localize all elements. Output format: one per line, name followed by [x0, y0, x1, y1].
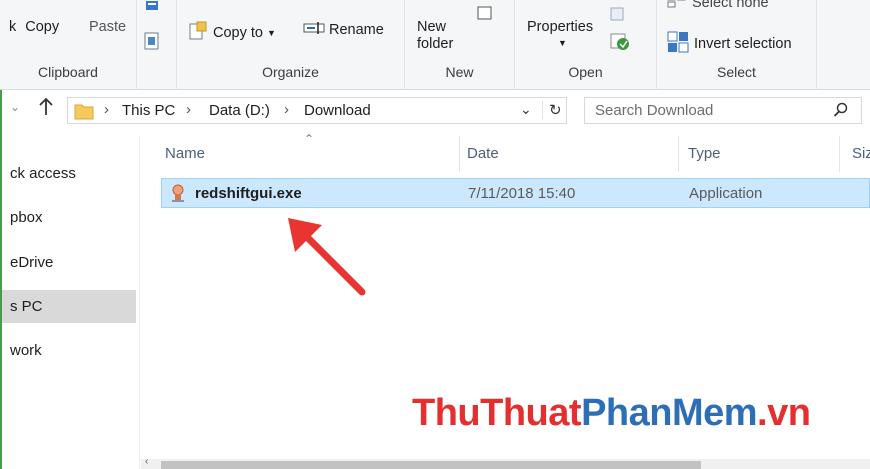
clipboard-group-label: Clipboard: [38, 64, 98, 80]
open-group-label: Open: [568, 64, 603, 80]
paste-label: Paste: [89, 19, 127, 35]
column-header-date[interactable]: Date: [467, 145, 499, 162]
organize-group-label: Organize: [262, 64, 319, 80]
file-name[interactable]: redshiftgui.exe: [195, 185, 302, 202]
invert-selection-label: Invert selection: [694, 36, 792, 52]
nav-item-onedrive[interactable]: eDrive: [0, 246, 136, 279]
open-group: Properties ▼ Open: [515, 0, 657, 90]
copy-prefix-label: k: [9, 19, 17, 35]
breadcrumb-data-d[interactable]: Data (D:): [209, 102, 270, 119]
sort-ascending-icon: ⌃: [304, 132, 315, 146]
breadcrumb-separator-icon: ›: [104, 101, 109, 118]
column-divider[interactable]: [678, 136, 679, 172]
properties-label: Properties: [527, 19, 594, 35]
copy-button[interactable]: k Copy: [9, 19, 59, 35]
folder-icon: [74, 102, 94, 125]
watermark-part-2: PhanMem: [581, 392, 758, 434]
breadcrumb-separator-icon: ›: [186, 101, 191, 118]
refresh-icon[interactable]: ↻: [542, 101, 562, 119]
select-group: Select none Invert selection Select: [657, 0, 817, 90]
address-row: ⌄ › This PC › Data (D:) › Download ⌄ ↻ S…: [0, 91, 870, 129]
column-header-name[interactable]: Name: [165, 145, 205, 162]
watermark: ThuThuatPhanMem.vn: [412, 392, 811, 435]
column-header-type[interactable]: Type: [688, 145, 721, 162]
select-none-icon: [667, 0, 687, 12]
paste-button[interactable]: Paste: [89, 19, 126, 35]
rename-label: Rename: [329, 22, 384, 38]
new-group: New folder New: [405, 0, 515, 90]
invert-selection-button[interactable]: Invert selection: [667, 31, 792, 57]
nav-item-dropbox[interactable]: pbox: [0, 201, 136, 234]
file-type: Application: [689, 185, 763, 202]
breadcrumb-this-pc[interactable]: This PC: [122, 102, 175, 119]
copy-to-button[interactable]: Copy to ▼: [189, 21, 276, 45]
select-group-label: Select: [717, 64, 756, 80]
chevron-down-icon: ▼: [266, 28, 276, 38]
invert-selection-icon: [667, 31, 689, 57]
new-group-label: New: [445, 64, 474, 80]
new-item-icon[interactable]: [477, 6, 493, 25]
organize-group: Copy to ▼ Rename Organize: [177, 0, 405, 90]
properties-icon: [608, 6, 630, 59]
properties-button[interactable]: Properties: [527, 19, 593, 35]
select-none-label: Select none: [692, 0, 769, 11]
breadcrumb-separator-icon: ›: [284, 101, 289, 118]
annotation-arrow: [288, 218, 366, 296]
column-divider[interactable]: [839, 136, 840, 172]
new-folder-label-line2: folder: [417, 36, 454, 52]
clipboard-group: k Copy Paste Clipboard: [0, 0, 137, 90]
copy-to-icon: [189, 21, 209, 45]
properties-dropdown-icon[interactable]: ▼: [558, 38, 567, 48]
scrollbar-thumb[interactable]: [161, 461, 701, 469]
search-input[interactable]: Search Download: [595, 102, 713, 119]
exe-file-icon: [169, 183, 187, 208]
column-header-size[interactable]: Siz: [852, 145, 870, 162]
search-icon[interactable]: [833, 102, 849, 123]
search-box[interactable]: Search Download: [584, 97, 862, 124]
address-bar[interactable]: › This PC › Data (D:) › Download ⌄ ↻: [67, 97, 567, 124]
up-arrow-icon[interactable]: [37, 97, 55, 122]
nav-item-this-pc[interactable]: s PC: [0, 290, 136, 323]
select-none-button[interactable]: Select none: [667, 0, 769, 12]
column-divider[interactable]: [459, 136, 460, 172]
rename-button[interactable]: Rename: [303, 21, 384, 39]
file-date: 7/11/2018 15:40: [468, 185, 576, 202]
navigation-pane: ck access pbox eDrive s PC work: [0, 136, 140, 469]
horizontal-scrollbar[interactable]: ‹: [141, 456, 870, 469]
ribbon: k Copy Paste Clipboard Copy to ▼ Rename …: [0, 0, 870, 90]
nav-item-network[interactable]: work: [0, 334, 136, 367]
scroll-left-icon[interactable]: ‹: [145, 456, 148, 467]
rename-icon: [303, 21, 325, 39]
copy-to-label: Copy to: [213, 25, 263, 41]
clipboard-small-column: [137, 0, 177, 90]
address-dropdown-icon[interactable]: ⌄: [520, 101, 532, 118]
new-folder-label-line1: New: [417, 19, 447, 35]
copy-label: Copy: [25, 19, 60, 35]
file-row[interactable]: redshiftgui.exe 7/11/2018 15:40 Applicat…: [161, 178, 870, 208]
watermark-part-1: ThuThuat: [412, 392, 582, 434]
breadcrumb-download[interactable]: Download: [304, 102, 371, 119]
nav-item-quick-access[interactable]: ck access: [0, 157, 136, 190]
new-folder-button[interactable]: New folder: [417, 19, 453, 53]
recent-locations-chevron-icon[interactable]: ⌄: [10, 100, 20, 114]
window-edge: [0, 90, 2, 469]
watermark-part-3: .vn: [757, 392, 811, 434]
paste-shortcut-icon[interactable]: [143, 31, 161, 56]
copy-path-icon[interactable]: [143, 0, 161, 18]
